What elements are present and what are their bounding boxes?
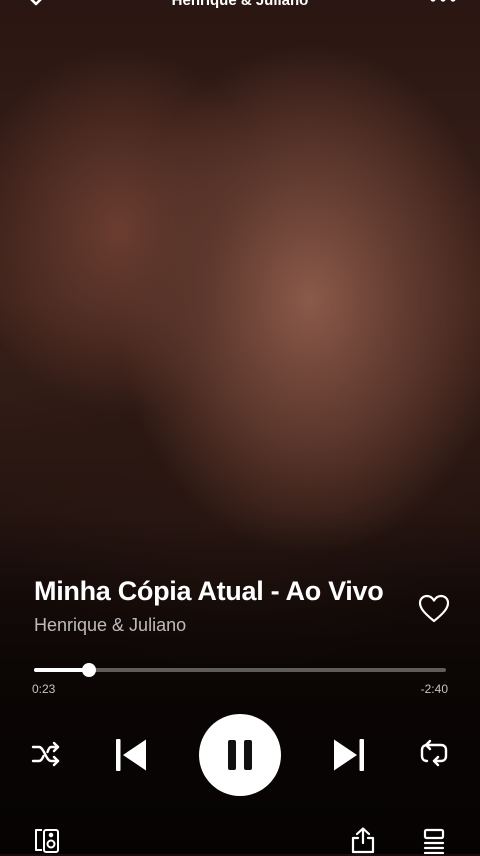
pause-icon — [228, 740, 236, 770]
track-artist[interactable]: Henrique & Juliano — [34, 615, 186, 636]
now-playing-header: Henrique & Juliano — [0, 0, 480, 16]
connect-devices-icon[interactable] — [34, 826, 60, 854]
heart-icon[interactable] — [418, 594, 450, 624]
elapsed-time: 0:23 — [32, 682, 56, 696]
skip-previous-icon[interactable] — [113, 736, 149, 774]
pause-button[interactable] — [199, 714, 281, 796]
repeat-icon[interactable] — [418, 738, 450, 770]
more-options-icon[interactable] — [428, 0, 458, 10]
progress-bar[interactable] — [34, 663, 446, 677]
track-title: Minha Cópia Atual - Ao Vivo — [34, 576, 384, 606]
queue-icon[interactable] — [422, 828, 446, 854]
progress-fill — [34, 668, 90, 672]
remaining-time: -2:40 — [420, 682, 448, 696]
shuffle-icon[interactable] — [30, 738, 62, 770]
share-icon[interactable] — [350, 826, 376, 854]
skip-next-icon[interactable] — [331, 736, 367, 774]
header-title: Henrique & Juliano — [171, 0, 309, 9]
pause-icon-bar — [244, 740, 252, 770]
bottom-toolbar — [0, 826, 480, 856]
